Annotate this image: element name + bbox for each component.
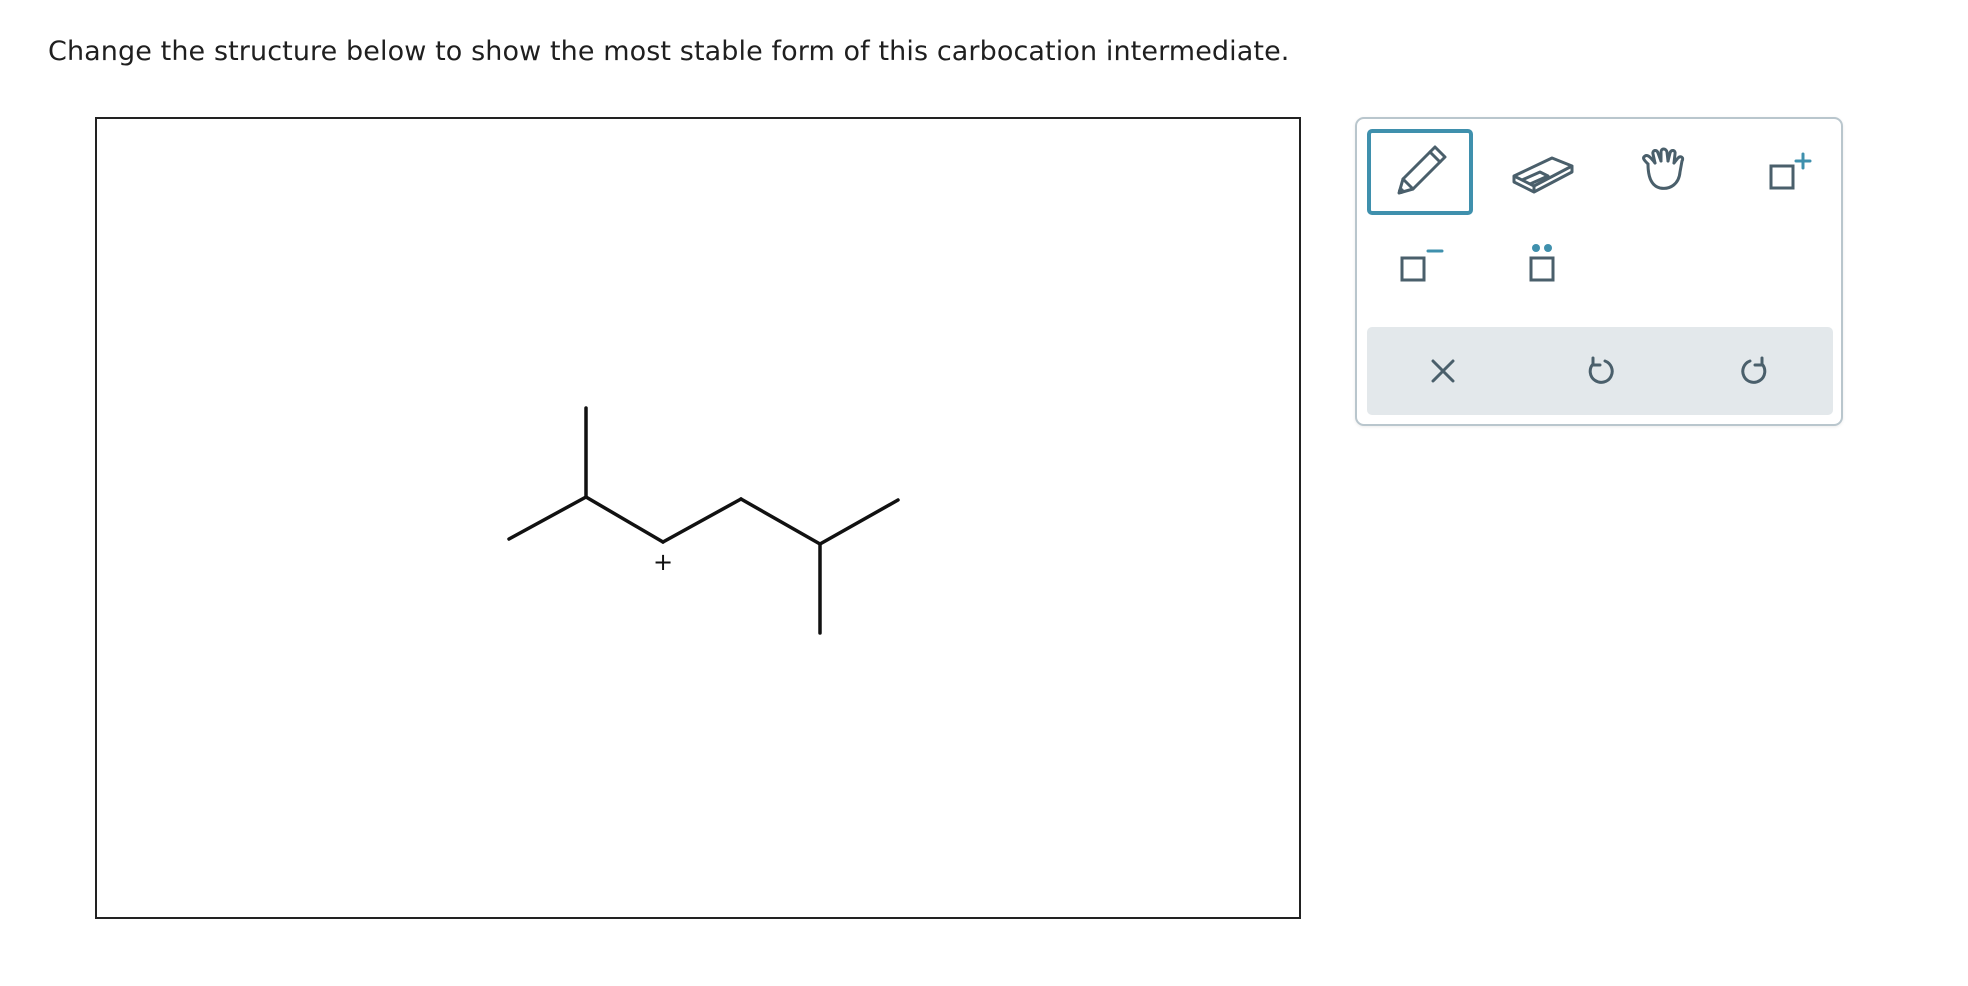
drawing-canvas[interactable]: + — [95, 117, 1301, 919]
negative-charge-tool[interactable] — [1367, 221, 1473, 307]
undo-button[interactable] — [1540, 327, 1660, 415]
bond-c4-c5[interactable] — [739, 497, 822, 546]
redo-button[interactable] — [1695, 327, 1815, 415]
pencil-icon — [1397, 145, 1447, 195]
bond-methyl-left[interactable] — [507, 495, 588, 541]
hand-icon — [1642, 147, 1685, 190]
bond-methyl-right[interactable] — [818, 498, 900, 546]
hand-tool[interactable] — [1613, 129, 1719, 215]
molecule-structure: + — [507, 406, 900, 635]
toolbox-panel — [1355, 117, 1843, 426]
negative-charge-icon — [1400, 249, 1444, 282]
question-prompt: Change the structure below to show the m… — [48, 36, 1290, 67]
undo-icon — [1588, 356, 1614, 384]
bond-c3-c4[interactable] — [661, 497, 743, 544]
lone-pair-tool[interactable] — [1490, 221, 1596, 307]
eraser-icon — [1512, 156, 1574, 194]
pencil-tool[interactable] — [1367, 129, 1473, 215]
page: Change the structure below to show the m… — [0, 0, 1968, 986]
lone-pair-icon — [1529, 244, 1555, 282]
action-bar — [1367, 327, 1833, 415]
eraser-tool[interactable] — [1490, 129, 1596, 215]
positive-charge-tool[interactable] — [1736, 129, 1842, 215]
redo-icon — [1741, 356, 1767, 384]
close-icon — [1431, 359, 1455, 383]
charge-label[interactable]: + — [653, 548, 673, 576]
positive-charge-icon — [1769, 152, 1812, 190]
bond-c2-c3[interactable] — [584, 495, 665, 544]
clear-button[interactable] — [1383, 327, 1503, 415]
